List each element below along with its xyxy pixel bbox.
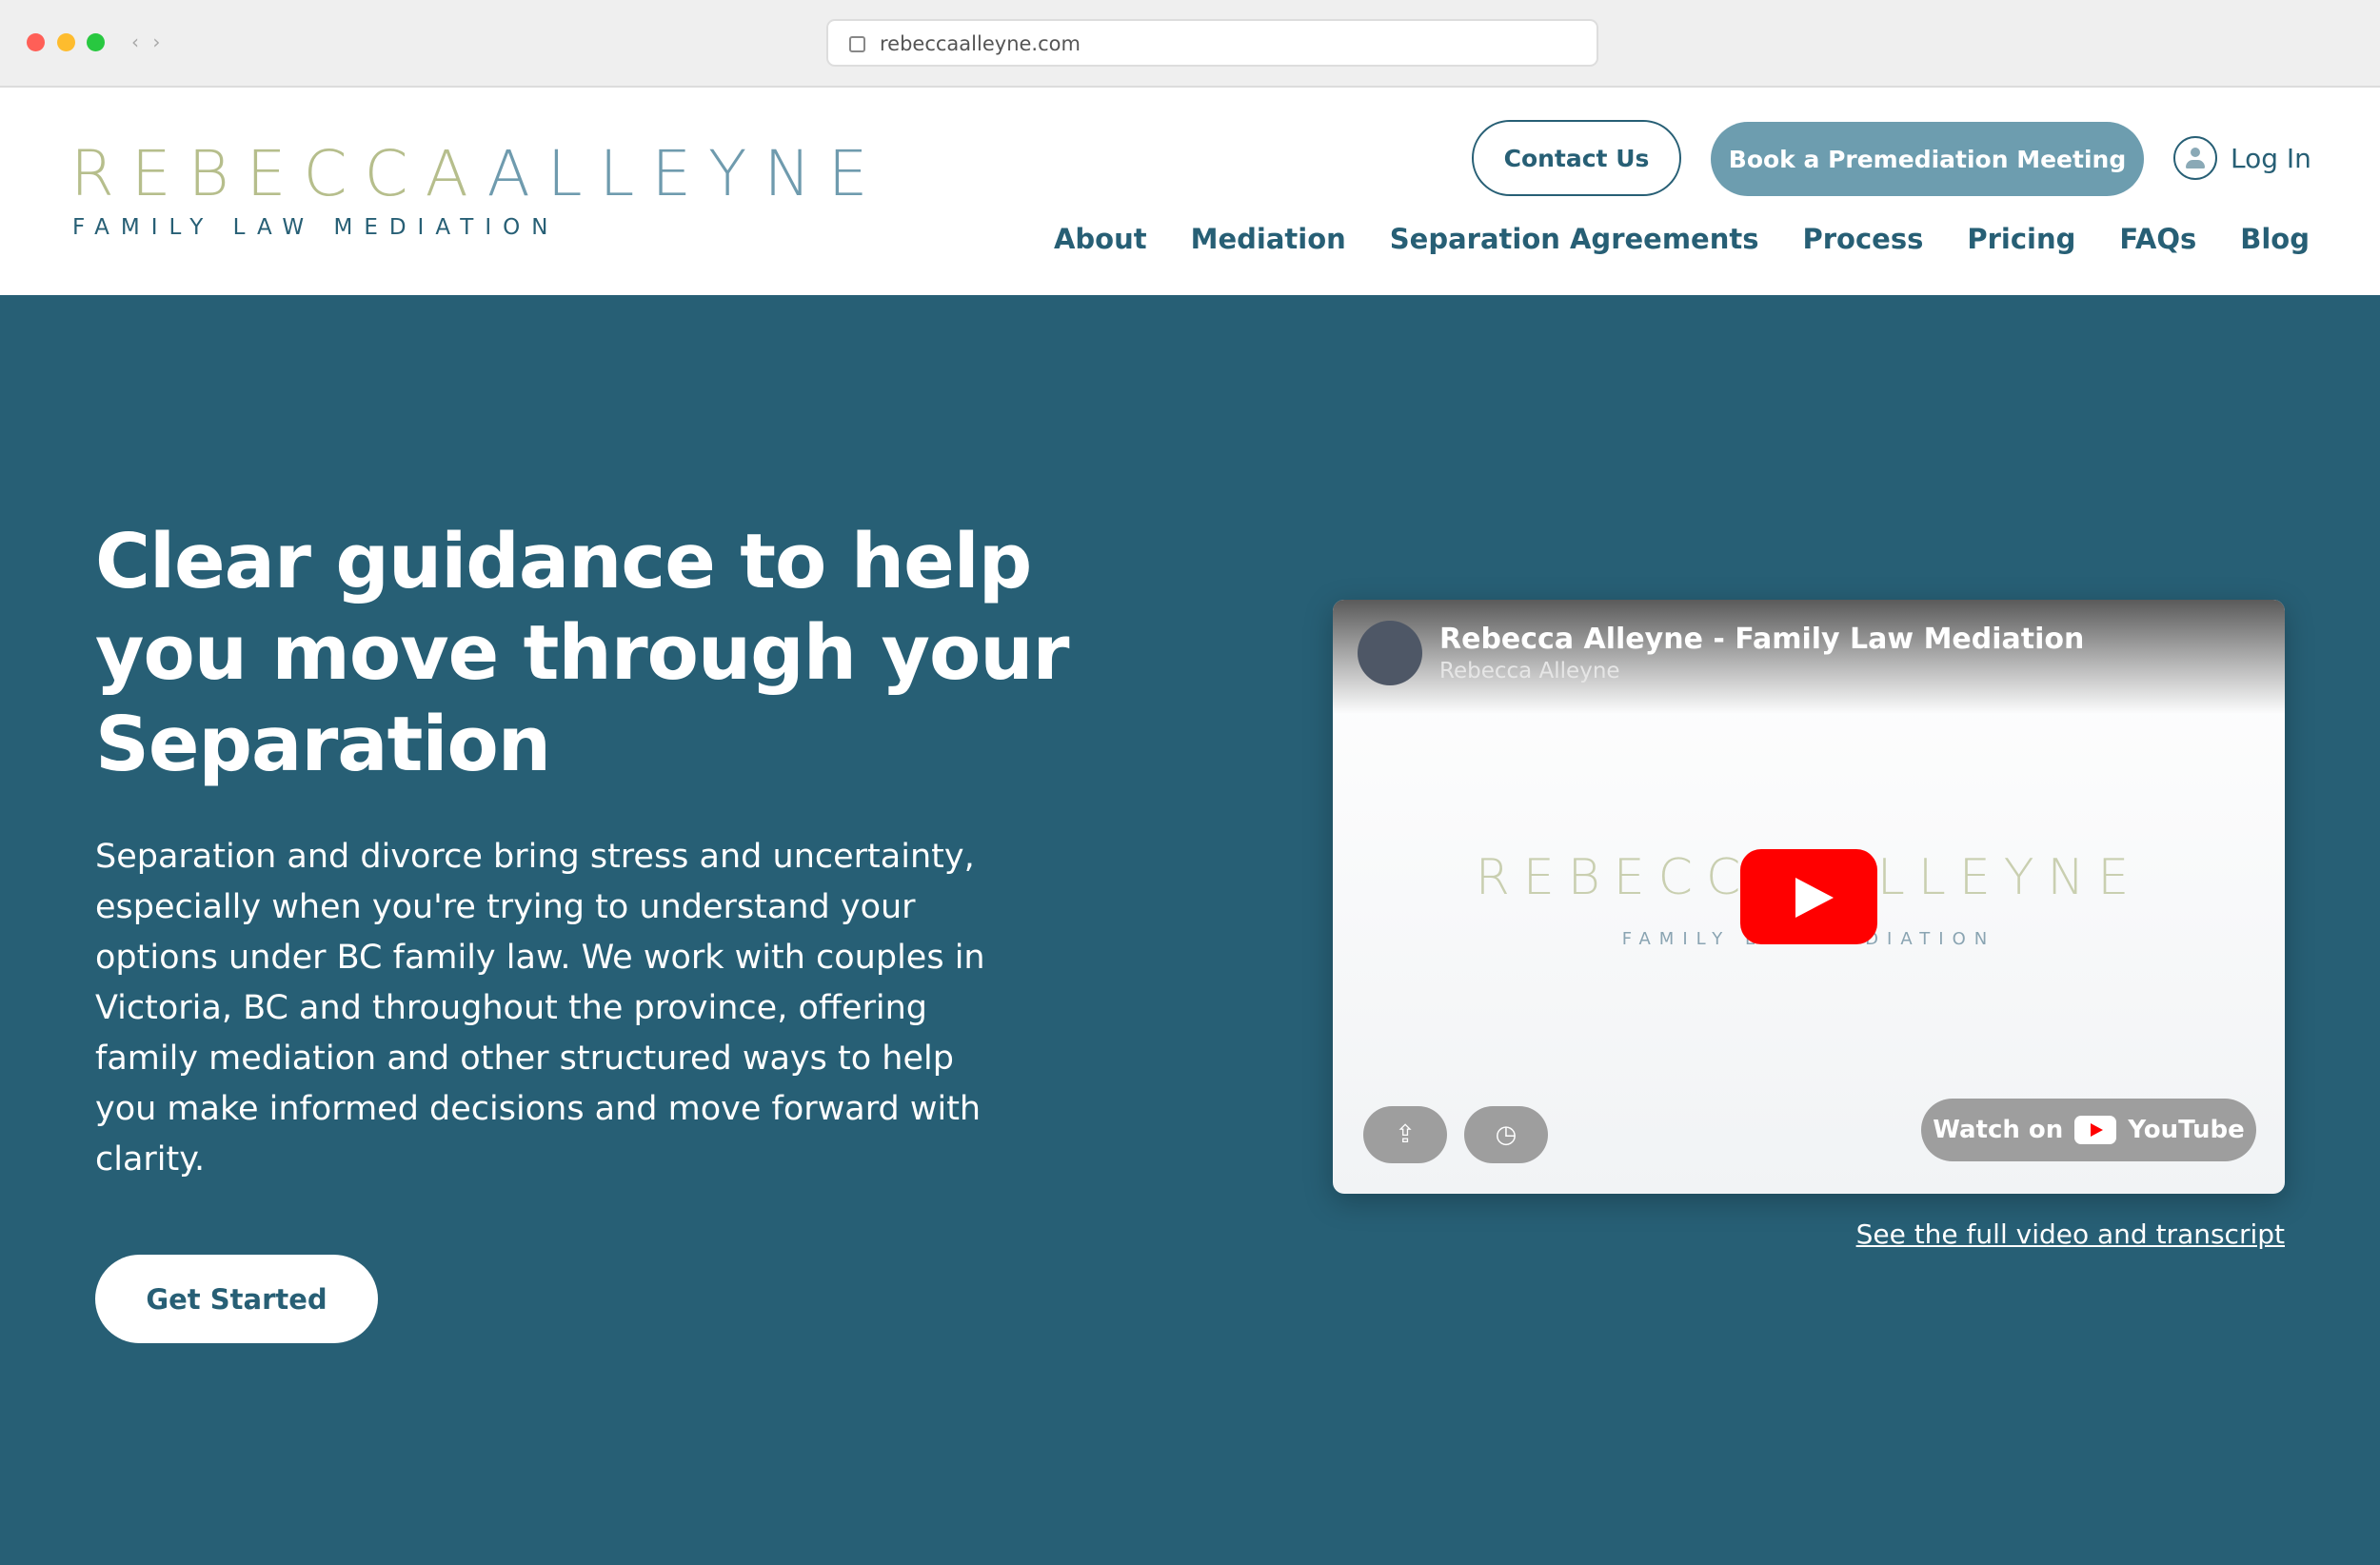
browser-chrome: ‹ › rebeccaalleyne.com [0, 0, 2380, 88]
url-text: rebeccaalleyne.com [880, 32, 1081, 55]
login-link[interactable]: Log In [2173, 135, 2311, 181]
hero-description: Separation and divorce bring stress and … [95, 838, 985, 1179]
minimize-window-button[interactable] [57, 33, 75, 51]
back-forward-icon[interactable]: ‹ › [131, 30, 164, 53]
video-transcript-link[interactable]: See the full video and transcript [1856, 1218, 2285, 1250]
youtube-icon [2074, 1116, 2117, 1144]
logo-tagline: FAMILY LAW MEDIATION [72, 215, 560, 240]
video-header [1333, 600, 2285, 714]
maximize-window-button[interactable] [87, 33, 105, 51]
video-embed[interactable]: Rebecca Alleyne - Family Law Mediation R… [1333, 600, 2285, 1194]
play-button[interactable] [1740, 849, 1877, 944]
watch-later-icon[interactable]: ◷ [1464, 1106, 1548, 1163]
get-started-button[interactable]: Get Started [95, 1255, 378, 1343]
video-title[interactable]: Rebecca Alleyne - Family Law Mediation [1439, 623, 2084, 656]
user-icon [2173, 136, 2217, 180]
book-premediation-button[interactable]: Book a Premediation Meeting [1711, 122, 2144, 196]
close-window-button[interactable] [27, 33, 45, 51]
channel-avatar[interactable] [1358, 621, 1422, 685]
page-icon [849, 36, 865, 52]
nav-about[interactable]: About [1054, 223, 1147, 255]
watch-on-youtube-button[interactable]: Watch on YouTube [1921, 1099, 2256, 1161]
video-channel[interactable]: Rebecca Alleyne [1439, 659, 1620, 683]
nav-process[interactable]: Process [1803, 223, 1924, 255]
nav-pricing[interactable]: Pricing [1967, 223, 2075, 255]
contact-us-button[interactable]: Contact Us [1472, 120, 1681, 196]
main-nav: About Mediation Separation Agreements Pr… [1054, 223, 2310, 255]
nav-blog[interactable]: Blog [2240, 223, 2310, 255]
logo-first-name: REBECCA [70, 137, 487, 210]
login-label: Log In [2231, 142, 2311, 174]
watch-on-label: Watch on [1933, 1116, 2064, 1144]
nav-mediation[interactable]: Mediation [1191, 223, 1346, 255]
hero-title: Clear guidance to help you move through … [95, 518, 1069, 788]
nav-faqs[interactable]: FAQs [2119, 223, 2196, 255]
site-header: REBECCAALLEYNE FAMILY LAW MEDIATION Cont… [0, 88, 2380, 295]
address-bar[interactable]: rebeccaalleyne.com [826, 19, 1598, 67]
nav-separation-agreements[interactable]: Separation Agreements [1390, 223, 1759, 255]
youtube-label: YouTube [2128, 1116, 2245, 1144]
logo-last-name: ALLEYNE [486, 137, 885, 210]
site-logo[interactable]: REBECCAALLEYNE [70, 137, 884, 210]
share-icon[interactable]: ⇪ [1363, 1106, 1447, 1163]
